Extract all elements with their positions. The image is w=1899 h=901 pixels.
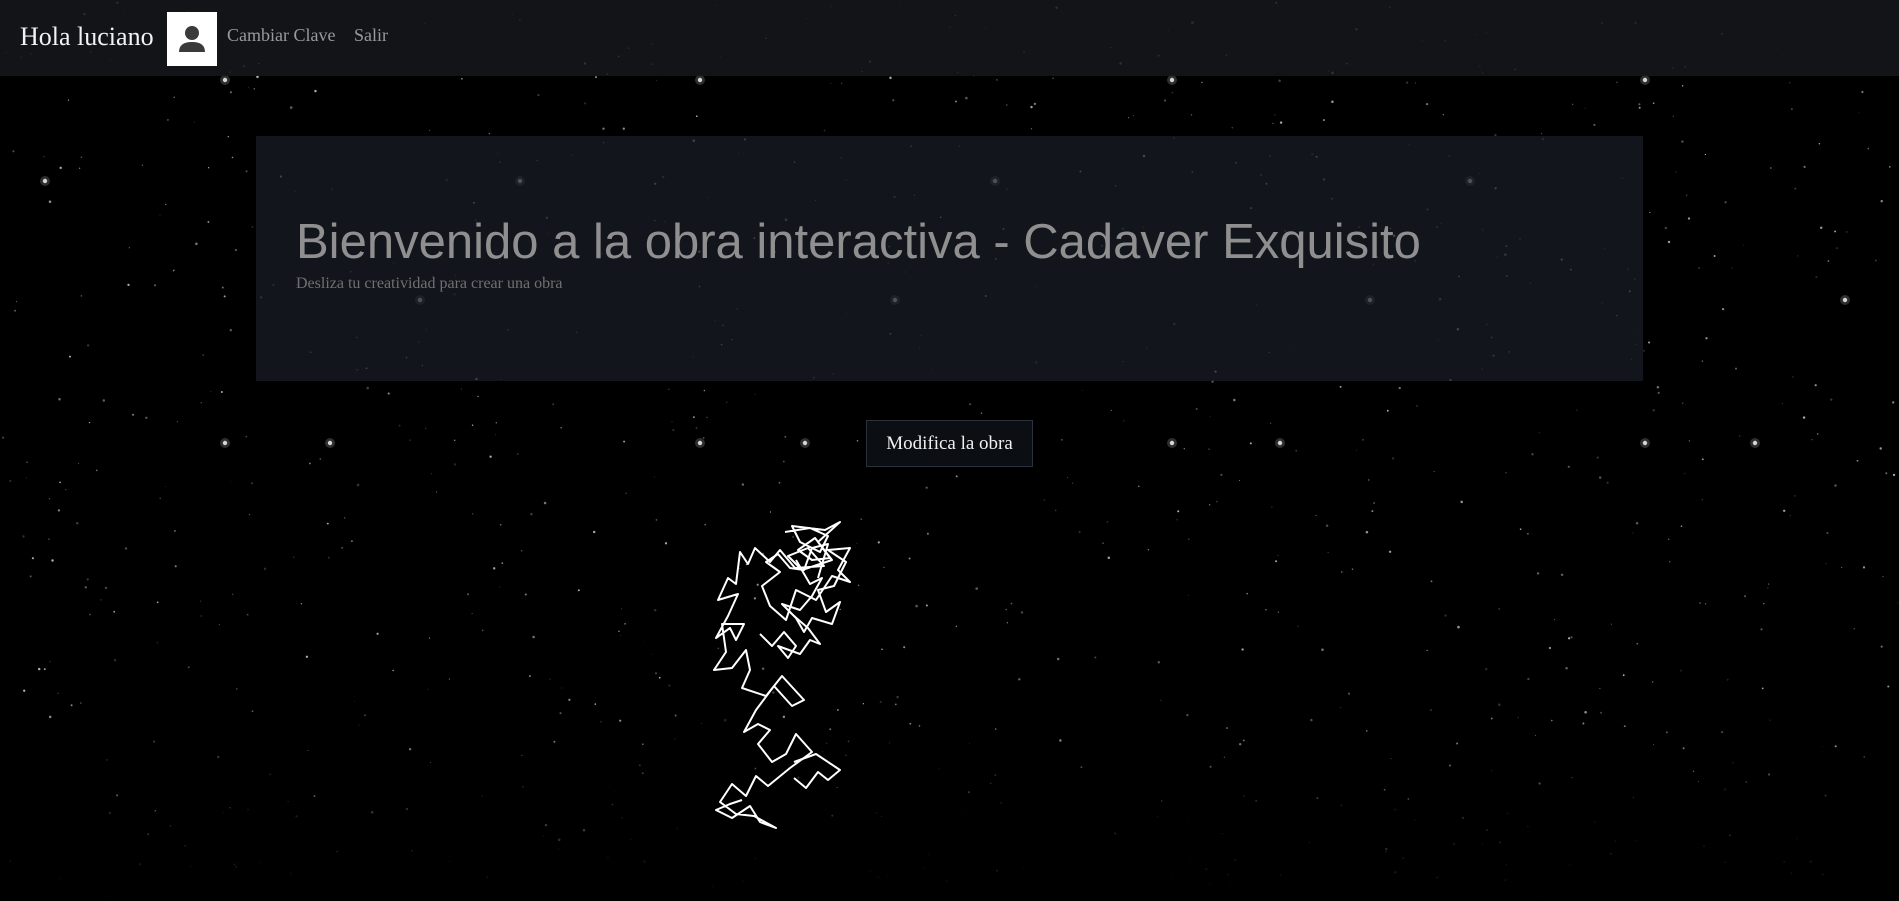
user-icon [179, 26, 205, 52]
page-subtitle: Desliza tu creatividad para crear una ob… [296, 275, 563, 292]
user-greeting: Hola luciano [20, 22, 154, 51]
modify-artwork-button[interactable]: Modifica la obra [866, 420, 1033, 467]
page-title: Bienvenido a la obra interactiva - Cadav… [296, 215, 1421, 269]
logout-link[interactable]: Salir [354, 25, 388, 46]
top-navbar: Hola luciano Cambiar Clave Salir [0, 0, 1899, 76]
avatar[interactable] [167, 12, 217, 66]
change-password-link[interactable]: Cambiar Clave [227, 25, 335, 46]
artwork-canvas[interactable] [700, 520, 900, 840]
welcome-panel: Bienvenido a la obra interactiva - Cadav… [256, 136, 1643, 381]
